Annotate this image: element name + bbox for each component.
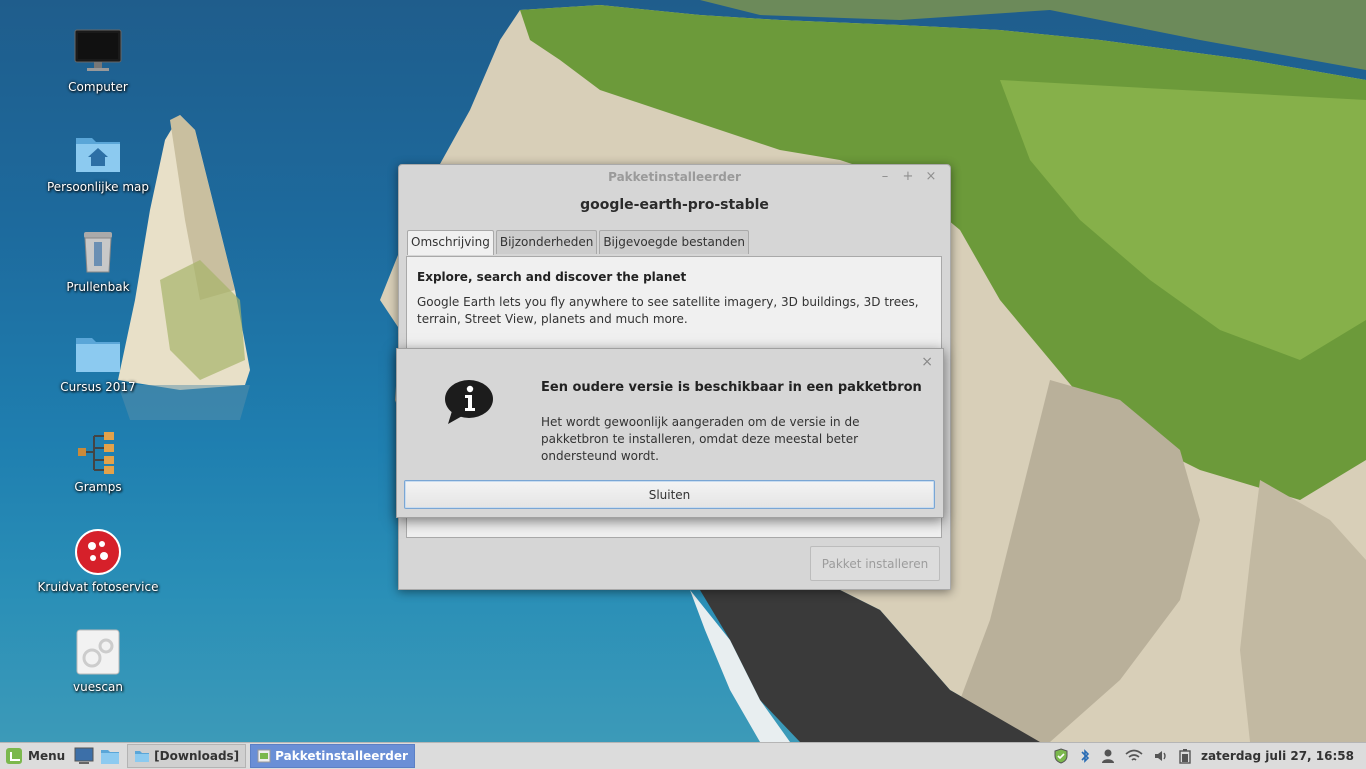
task-label: [Downloads] <box>154 749 240 763</box>
show-desktop-icon <box>74 747 94 764</box>
dialog-message: Het wordt gewoonlijk aangeraden om de ve… <box>541 415 860 463</box>
tab-bar: Omschrijving Bijzonderheden Bijgevoegde … <box>407 230 750 255</box>
window-titlebar[interactable]: Pakketinstalleerder – + × <box>399 165 950 191</box>
desktop-icon-label: Computer <box>68 80 128 94</box>
gramps-icon <box>74 428 122 476</box>
update-manager-shield-icon[interactable] <box>1053 748 1069 764</box>
package-name: google-earth-pro-stable <box>580 197 769 213</box>
tab-omschrijving[interactable]: Omschrijving <box>407 230 494 255</box>
desktop-icon-label: Cursus 2017 <box>60 380 136 394</box>
folder-icon <box>74 328 122 376</box>
window-title: Pakketinstalleerder <box>608 170 741 184</box>
desktop-icon-vuescan[interactable]: vuescan <box>33 628 163 694</box>
task-label: Pakketinstalleerder <box>275 749 408 763</box>
package-icon <box>257 749 271 763</box>
menu-label: Menu <box>28 749 66 763</box>
home-folder-icon <box>74 128 122 176</box>
description-heading: Explore, search and discover the planet <box>417 270 687 284</box>
task-pakketinstalleerder[interactable]: Pakketinstalleerder <box>250 744 415 768</box>
desktop-icon-home-folder[interactable]: Persoonlijke map <box>33 128 163 194</box>
folder-launcher-icon <box>101 750 120 764</box>
desktop-icon-label: Prullenbak <box>66 280 130 294</box>
close-window-button[interactable]: × <box>923 169 939 185</box>
clock[interactable]: zaterdag juli 27, 16:58 <box>1201 749 1354 763</box>
minimize-button[interactable]: – <box>877 169 893 185</box>
kruidvat-icon <box>74 528 122 576</box>
desktop-icon-label: vuescan <box>73 680 123 694</box>
description-text: Google Earth lets you fly anywhere to se… <box>417 295 919 326</box>
desktop-icon-cursus-folder[interactable]: Cursus 2017 <box>33 328 163 394</box>
wifi-icon[interactable] <box>1125 749 1143 763</box>
desktop-icon-trash[interactable]: Prullenbak <box>33 228 163 294</box>
bluetooth-icon[interactable] <box>1079 748 1091 764</box>
tab-bijzonderheden[interactable]: Bijzonderheden <box>495 230 598 254</box>
vuescan-icon <box>74 628 122 676</box>
dialog-title: Een oudere versie is beschikbaar in een … <box>541 380 922 395</box>
desktop-icon-computer[interactable]: Computer <box>33 28 163 94</box>
system-tray: zaterdag juli 27, 16:58 <box>1053 748 1366 764</box>
task-downloads[interactable]: [Downloads] <box>127 744 247 768</box>
user-icon[interactable] <box>1101 748 1115 764</box>
desktop-icon-gramps[interactable]: Gramps <box>33 428 163 494</box>
folder-icon <box>135 751 150 762</box>
tab-bijgevoegde-bestanden[interactable]: Bijgevoegde bestanden <box>599 230 750 254</box>
battery-icon[interactable] <box>1179 748 1191 764</box>
desktop-icon-label: Kruidvat fotoservice <box>37 580 159 594</box>
computer-icon <box>74 28 122 76</box>
maximize-button[interactable]: + <box>900 169 916 185</box>
menu-button[interactable]: Menu <box>0 743 71 769</box>
mint-logo-icon <box>6 748 22 764</box>
desktop-icon-label: Gramps <box>74 480 122 494</box>
taskbar-panel: Menu [Downloads] Pakketinstalleerder zat… <box>0 742 1366 769</box>
file-manager-launcher[interactable] <box>99 745 121 767</box>
desktop-icon-kruidvat[interactable]: Kruidvat fotoservice <box>33 528 163 594</box>
info-dialog: × Een oudere versie is beschikbaar in ee… <box>396 348 944 518</box>
desktop-icon-label: Persoonlijke map <box>46 180 150 194</box>
close-dialog-button[interactable]: Sluiten <box>404 480 935 509</box>
volume-icon[interactable] <box>1153 748 1169 764</box>
install-package-button[interactable]: Pakket installeren <box>810 546 940 581</box>
trash-icon <box>74 228 122 276</box>
dialog-close-icon[interactable]: × <box>921 354 933 370</box>
show-desktop-launcher[interactable] <box>73 745 95 767</box>
info-icon <box>444 379 494 428</box>
